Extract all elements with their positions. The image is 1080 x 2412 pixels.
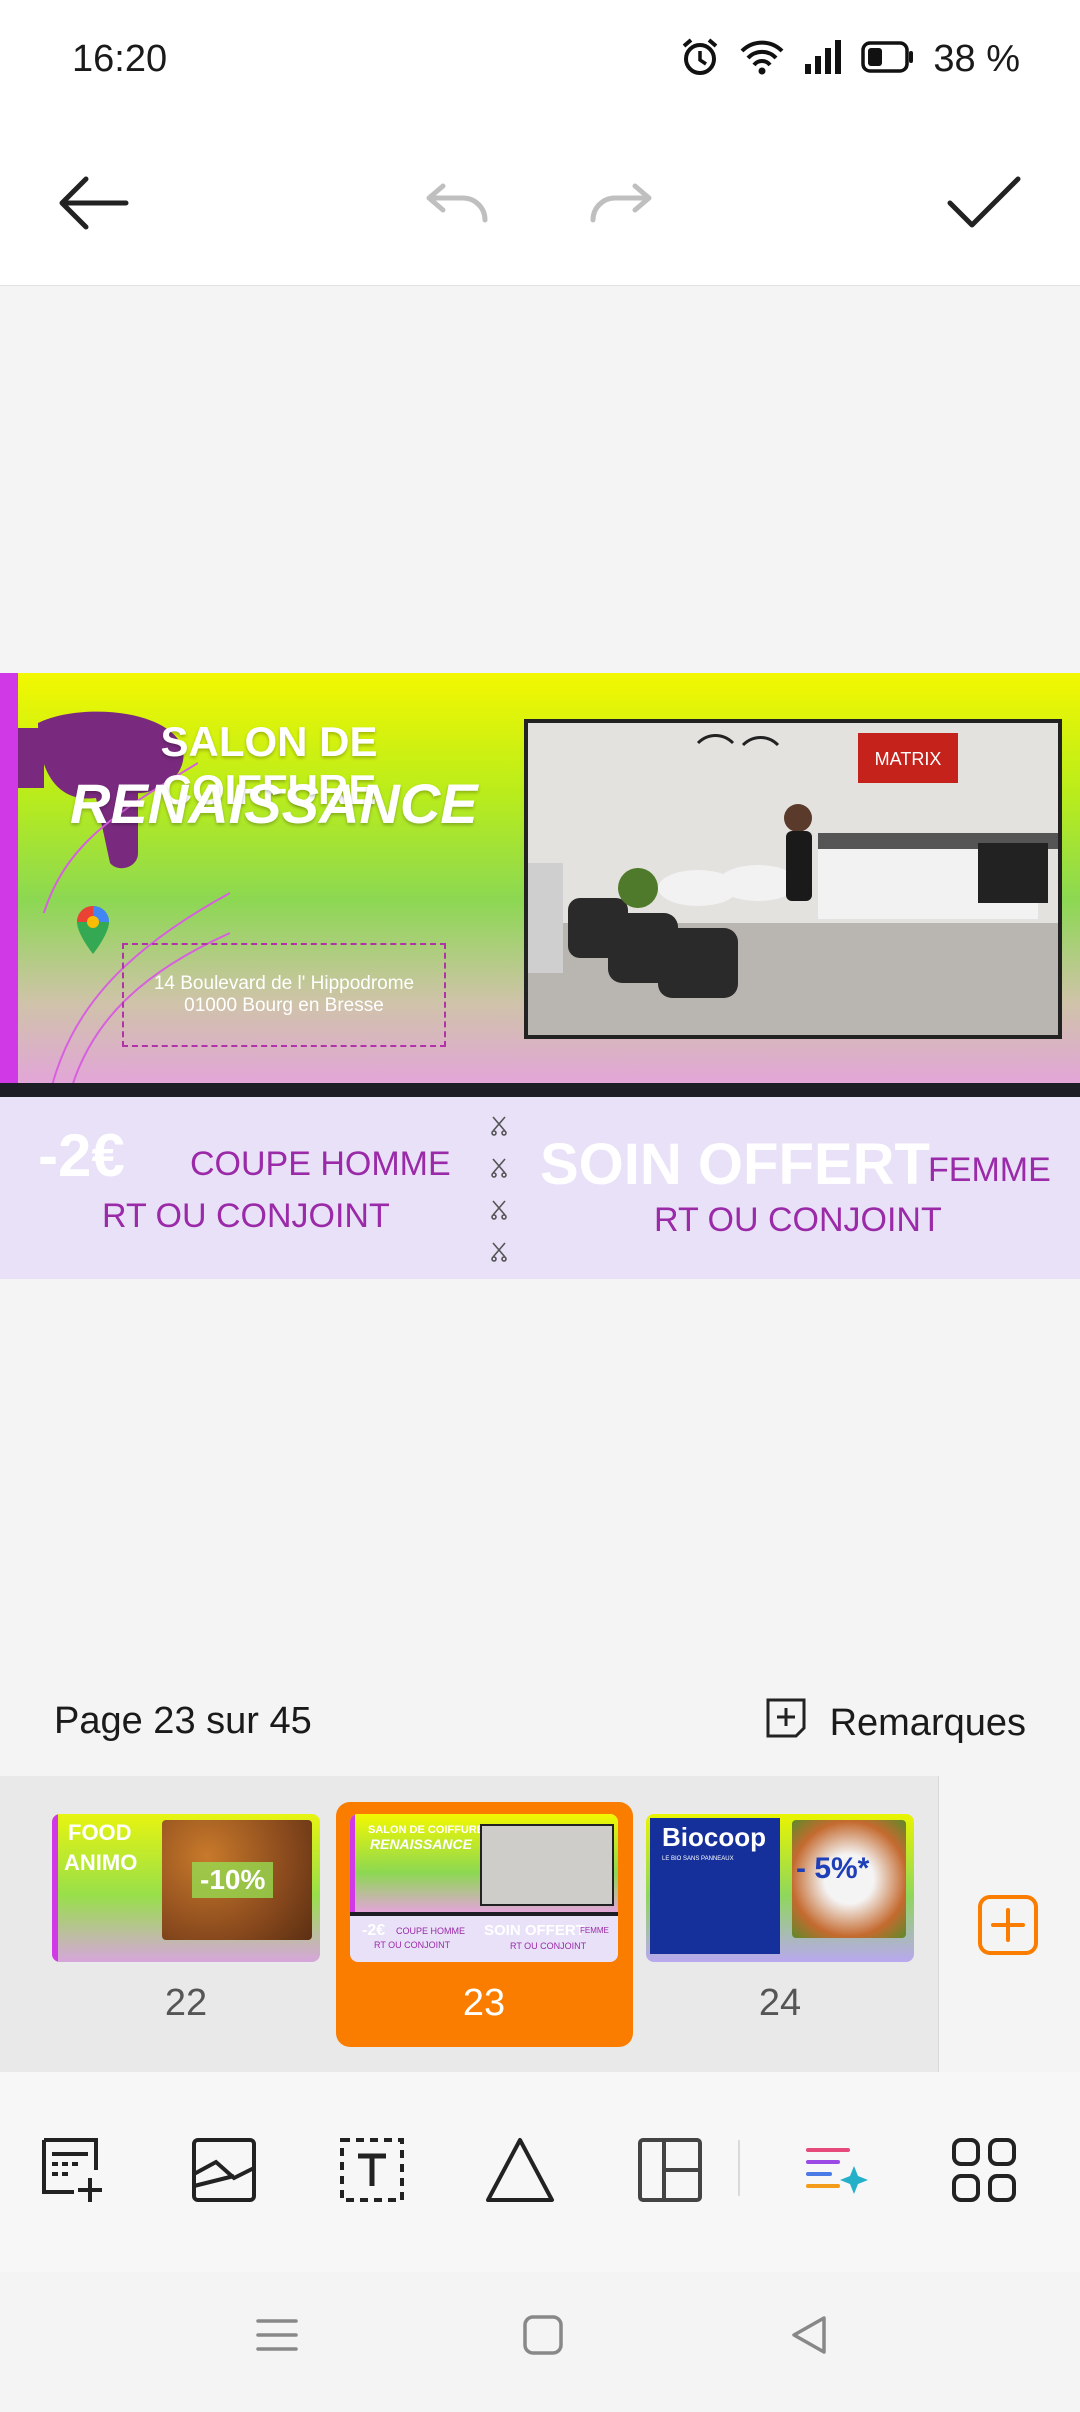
undo-icon [423,178,493,233]
thumb-coupon-left: -2€ [362,1922,386,1939]
thumbnail-22-number: 22 [164,1982,208,2024]
thumb-subtitle: RENAISSANCE [370,1836,472,1852]
image-icon [188,2134,260,2211]
undo-button[interactable] [418,165,498,245]
address-line1: 14 Boulevard de l' Hippodrome [153,973,415,994]
shape-icon [482,2134,558,2211]
redo-icon [585,178,655,233]
thumb-coupon-right-service: FEMME [580,1926,609,1935]
more-apps-button[interactable] [944,2132,1024,2212]
address-box: 14 Boulevard de l' Hippodrome 01000 Bour… [122,943,446,1047]
thumbnail-22[interactable]: FOOD ANIMO -10% [52,1814,320,1962]
thumb-subtitle: ANIMO [64,1850,138,1875]
text-box-icon [336,2134,408,2211]
status-icons: 38 % [679,36,1020,83]
coupon-right-target: RT OU CONJOINT [654,1201,942,1239]
home-button[interactable] [520,2312,566,2363]
menu-icon [254,2319,300,2362]
thumb-title: FOOD [68,1820,132,1845]
thumb-divider [350,1912,618,1916]
thumb-coupon-left-target: RT OU CONJOINT [374,1940,451,1950]
system-nav-bar [0,2272,1080,2412]
checkmark-icon [944,173,1024,238]
slide-preview[interactable]: SALON DE COIFFURE RENAISSANCE 14 Bouleva… [0,673,1080,1085]
slide-accent-bar [0,673,18,1085]
add-slide-button[interactable] [977,1894,1039,1956]
bottom-toolbar [0,2072,1080,2272]
slide-divider-bar [0,1083,1080,1097]
more-apps-icon [948,2134,1020,2211]
add-note-icon [764,1696,808,1750]
thumb-subtitle: LE BIO SANS PANNEAUX [662,1856,734,1862]
insert-text-button[interactable] [332,2132,412,2212]
layout-icon [634,2134,706,2211]
thumb-coupon-left-service: COUPE HOMME [396,1926,466,1936]
layout-button[interactable] [630,2132,710,2212]
add-icon [977,1895,1039,1960]
add-slide-area [938,1776,1080,2072]
coupon-right-service: FEMME [928,1151,1051,1189]
battery-icon [861,40,915,79]
confirm-button[interactable] [944,165,1024,245]
arrow-left-icon [54,173,130,238]
thumb-photo [480,1824,614,1906]
thumbnail-23[interactable]: SALON DE COIFFURE RENAISSANCE -2€ COUPE … [350,1814,618,1962]
back-button[interactable] [52,165,132,245]
map-pin-icon [77,906,109,954]
photo-sign-text: MATRIX [875,749,942,769]
salon-photo: MATRIX [524,719,1062,1039]
status-time: 16:20 [72,38,168,80]
page-indicator: Page 23 sur 45 [54,1700,312,1742]
thumb-discount: -10% [192,1862,274,1898]
back-icon [786,2316,832,2362]
coupon-right-offer: SOIN OFFERT [540,1132,930,1197]
address-line2: 01000 Bourg en Bresse [184,995,384,1016]
thumb-coupon-right: SOIN OFFERT [484,1922,585,1939]
redo-button[interactable] [580,165,660,245]
remarks-label: Remarques [829,1701,1026,1744]
thumbnail-24-number: 24 [758,1982,802,2024]
thumbnail-24[interactable]: Biocoop LE BIO SANS PANNEAUX - 5%* [646,1814,914,1962]
signal-icon [803,38,843,81]
insert-shape-button[interactable] [480,2132,560,2212]
thumb-discount: - 5%* [796,1852,870,1885]
thumb-coupon-right-target: RT OU CONJOINT [510,1941,587,1951]
status-bar: 16:20 38 % [0,0,1080,125]
coupon-strip[interactable]: -2€ COUPE HOMME RT OU CONJOINT SOIN OFFE… [0,1097,1080,1279]
wifi-icon [739,38,785,81]
thumb-title: Biocoop [662,1822,766,1852]
ai-assistant-icon [800,2134,872,2211]
coupon-left-target: RT OU CONJOINT [102,1197,390,1235]
battery-percent: 38 % [933,38,1020,80]
thumb-title: SALON DE COIFFURE [368,1824,485,1836]
scissors-cut-line [488,1109,510,1269]
new-slide-icon [38,2134,110,2211]
coupon-left-price: -2€ [38,1122,125,1189]
home-icon [520,2315,566,2362]
coupon-left-service: COUPE HOMME [190,1145,451,1183]
thumb-accent-bar [52,1814,58,1962]
recent-apps-button[interactable] [254,2312,300,2363]
back-nav-button[interactable] [786,2312,832,2363]
toolbar-divider [738,2140,740,2196]
slide-salon-name: RENAISSANCE [70,772,478,835]
insert-image-button[interactable] [184,2132,264,2212]
ai-assistant-button[interactable] [796,2132,876,2212]
thumb-accent-bar [350,1814,355,1912]
new-slide-button[interactable] [34,2132,114,2212]
remarks-button[interactable]: Remarques [764,1696,1026,1750]
thumbnail-23-number: 23 [462,1982,506,2024]
alarm-icon [679,36,721,83]
editor-toolbar [0,125,1080,286]
